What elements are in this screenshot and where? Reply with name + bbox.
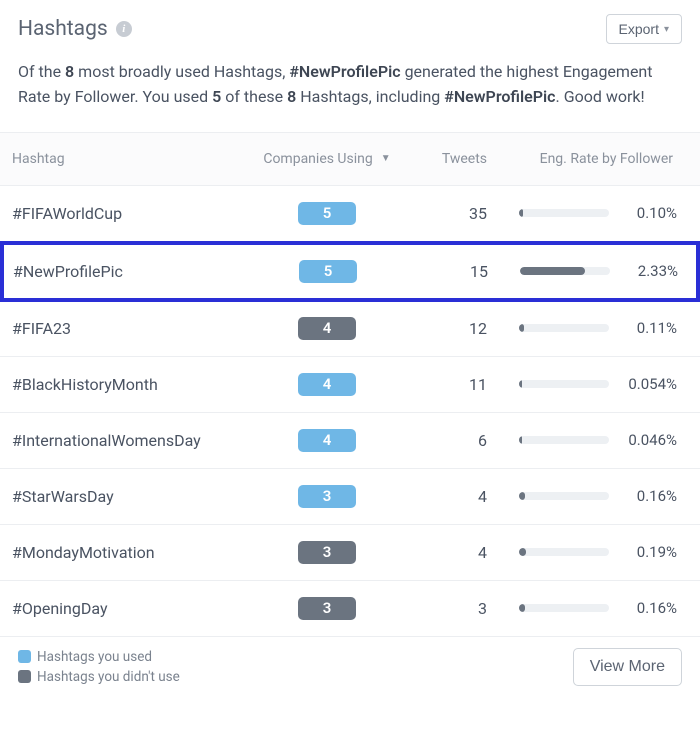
companies-cell: 5 — [257, 202, 397, 225]
companies-pill: 3 — [298, 541, 356, 564]
eng-bar-fill — [519, 380, 522, 388]
eng-rate-cell: 0.046% — [487, 431, 677, 449]
tweets-cell: 4 — [397, 487, 487, 506]
col-companies[interactable]: Companies Using ▼ — [257, 151, 397, 167]
tweets-cell: 3 — [397, 599, 487, 618]
swatch-used-icon — [18, 650, 31, 663]
tweets-cell: 12 — [397, 319, 487, 338]
tweets-cell: 15 — [398, 262, 488, 281]
tweets-cell: 6 — [397, 431, 487, 450]
hashtag-cell: #NewProfilePic — [13, 262, 258, 281]
companies-cell: 4 — [257, 429, 397, 452]
col-tweets[interactable]: Tweets — [397, 151, 487, 167]
eng-rate-cell: 0.11% — [487, 319, 677, 337]
eng-rate-value: 0.046% — [619, 431, 677, 449]
table-row[interactable]: #FIFA23 4 12 0.11% — [0, 301, 700, 357]
eng-bar-track — [519, 209, 609, 217]
legend-notused: Hashtags you didn't use — [18, 667, 180, 687]
eng-bar-fill — [520, 267, 585, 275]
eng-bar-track — [520, 267, 610, 275]
eng-rate-value: 2.33% — [620, 262, 678, 280]
view-more-button[interactable]: View More — [573, 648, 682, 686]
companies-cell: 4 — [257, 373, 397, 396]
hashtag-cell: #InternationalWomensDay — [12, 431, 257, 450]
chevron-down-icon: ▾ — [664, 24, 669, 35]
hashtag-cell: #StarWarsDay — [12, 487, 257, 506]
eng-bar-fill — [519, 324, 524, 332]
tweets-cell: 35 — [397, 204, 487, 223]
eng-bar-track — [519, 492, 609, 500]
table-body: #FIFAWorldCup 5 35 0.10% #NewProfilePic 5 15 2.… — [0, 186, 700, 637]
companies-cell: 3 — [257, 485, 397, 508]
eng-rate-value: 0.19% — [619, 543, 677, 561]
eng-rate-cell: 0.16% — [487, 487, 677, 505]
table-row[interactable]: #BlackHistoryMonth 4 11 0.054% — [0, 357, 700, 413]
card-title: Hashtags — [18, 17, 108, 41]
eng-rate-value: 0.10% — [619, 204, 677, 222]
companies-cell: 3 — [257, 597, 397, 620]
eng-rate-value: 0.16% — [619, 487, 677, 505]
table-row[interactable]: #FIFAWorldCup 5 35 0.10% — [0, 186, 700, 242]
companies-pill: 3 — [298, 597, 356, 620]
card-footer: Hashtags you used Hashtags you didn't us… — [0, 637, 700, 702]
eng-bar-fill — [519, 492, 525, 500]
table-header: Hashtag Companies Using ▼ Tweets Eng. Ra… — [0, 132, 700, 186]
eng-rate-cell: 0.16% — [487, 599, 677, 617]
companies-cell: 5 — [258, 260, 398, 283]
companies-pill: 5 — [299, 260, 357, 283]
eng-rate-value: 0.16% — [619, 599, 677, 617]
eng-rate-cell: 0.19% — [487, 543, 677, 561]
eng-rate-cell: 0.10% — [487, 204, 677, 222]
table-row[interactable]: #OpeningDay 3 3 0.16% — [0, 581, 700, 637]
eng-bar-fill — [519, 436, 522, 444]
export-label: Export — [619, 21, 659, 37]
companies-pill: 5 — [298, 202, 356, 225]
legend-used: Hashtags you used — [18, 647, 180, 667]
hashtag-cell: #FIFAWorldCup — [12, 204, 257, 223]
tweets-cell: 11 — [397, 375, 487, 394]
companies-cell: 3 — [257, 541, 397, 564]
eng-bar-fill — [519, 209, 523, 217]
hashtags-card: Hashtags i Export ▾ Of the 8 most broadl… — [0, 0, 700, 701]
eng-rate-cell: 0.054% — [487, 375, 677, 393]
eng-bar-track — [519, 436, 609, 444]
table-row[interactable]: #StarWarsDay 3 4 0.16% — [0, 469, 700, 525]
hashtag-cell: #FIFA23 — [12, 319, 257, 338]
companies-cell: 4 — [257, 317, 397, 340]
table-row[interactable]: #MondayMotivation 3 4 0.19% — [0, 525, 700, 581]
title-wrap: Hashtags i — [18, 17, 132, 41]
col-eng-rate[interactable]: Eng. Rate by Follower — [487, 151, 677, 167]
companies-pill: 4 — [298, 429, 356, 452]
companies-pill: 4 — [298, 373, 356, 396]
insight-text: Of the 8 most broadly used Hashtags, #Ne… — [0, 54, 700, 132]
hashtag-cell: #OpeningDay — [12, 599, 257, 618]
companies-pill: 3 — [298, 485, 356, 508]
eng-bar-track — [519, 380, 609, 388]
table-row[interactable]: #NewProfilePic 5 15 2.33% — [0, 241, 700, 302]
tweets-cell: 4 — [397, 543, 487, 562]
legend: Hashtags you used Hashtags you didn't us… — [18, 647, 180, 688]
eng-bar-track — [519, 324, 609, 332]
col-hashtag[interactable]: Hashtag — [12, 151, 257, 167]
export-button[interactable]: Export ▾ — [606, 14, 683, 44]
swatch-notused-icon — [18, 670, 31, 683]
table-row[interactable]: #InternationalWomensDay 4 6 0.046% — [0, 413, 700, 469]
hashtag-cell: #BlackHistoryMonth — [12, 375, 257, 394]
companies-pill: 4 — [298, 317, 356, 340]
sort-caret-down-icon: ▼ — [381, 153, 391, 164]
eng-rate-cell: 2.33% — [488, 262, 678, 280]
eng-rate-value: 0.054% — [619, 375, 677, 393]
hashtag-cell: #MondayMotivation — [12, 543, 257, 562]
eng-bar-track — [519, 548, 609, 556]
card-header: Hashtags i Export ▾ — [0, 0, 700, 54]
info-icon[interactable]: i — [116, 21, 132, 37]
eng-bar-track — [519, 604, 609, 612]
eng-bar-fill — [519, 604, 525, 612]
eng-rate-value: 0.11% — [619, 319, 677, 337]
eng-bar-fill — [519, 548, 526, 556]
